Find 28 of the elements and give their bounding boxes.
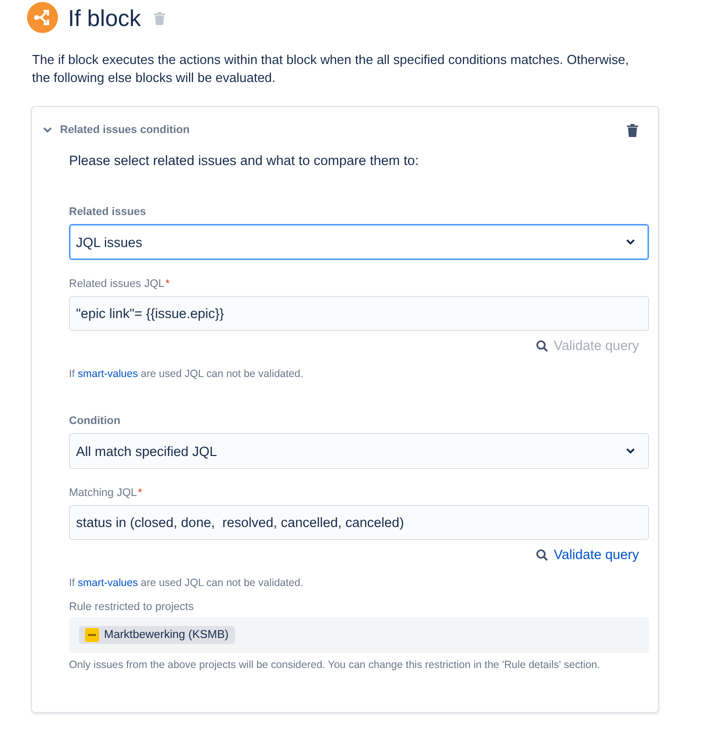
jql-input[interactable]: "epic link"= {{issue.epic}} bbox=[69, 296, 649, 331]
jql-input[interactable]: status in (closed, done, resolved, cancelled, canceled) bbox=[69, 505, 649, 540]
field-label: Related issues bbox=[69, 205, 148, 219]
search-icon bbox=[536, 340, 548, 352]
branch-icon bbox=[27, 2, 58, 33]
help-text: If smart-values are used JQL can not be validated. bbox=[69, 367, 304, 381]
card-title: Related issues condition bbox=[60, 124, 190, 136]
field-label: Related issues JQL* bbox=[69, 277, 171, 291]
project-name: Marktbewerking (KSMB) bbox=[104, 629, 229, 641]
select-field[interactable]: All match specified JQL bbox=[69, 433, 649, 469]
help-text: If smart-values are used JQL can not be validated. bbox=[69, 576, 304, 590]
field-label: Condition bbox=[69, 414, 122, 428]
chevron-down-icon bbox=[626, 448, 635, 454]
smart-values-link[interactable]: smart-values bbox=[78, 368, 138, 380]
search-icon bbox=[536, 549, 548, 561]
field-label: Rule restricted to projects bbox=[69, 600, 195, 614]
restriction-note: Only issues from the above projects will be considered. You can change this restriction in the 'Rule details' section. bbox=[69, 658, 602, 672]
field-label: Matching JQL* bbox=[69, 486, 144, 500]
description-text: The if block executes the actions within that block when the all specified conditions matches. Otherwise, the following else blocks will be evaluated. bbox=[32, 51, 630, 87]
page-title: If block bbox=[68, 4, 141, 32]
chevron-icon[interactable] bbox=[43, 127, 52, 133]
intro-text: Please select related issues and what to compare them to: bbox=[69, 152, 420, 170]
trash-icon[interactable] bbox=[627, 124, 638, 136]
project-avatar-icon bbox=[85, 628, 99, 642]
select-field[interactable]: JQL issues bbox=[69, 224, 649, 260]
validate-query-button[interactable]: Validate query bbox=[536, 546, 639, 564]
chevron-down-icon bbox=[626, 239, 635, 245]
smart-values-link[interactable]: smart-values bbox=[78, 577, 138, 589]
